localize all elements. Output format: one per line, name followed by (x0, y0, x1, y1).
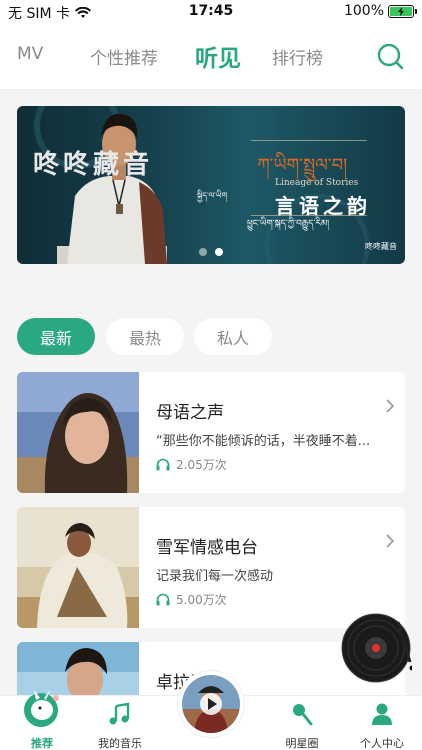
banner-tibetan-subtitle: ཕྱུང་ཡིག་སྐད་ཀྱི་བརྒྱུད་རིམ། (247, 219, 330, 229)
tab-label-my-music: 我的音乐 (98, 737, 142, 750)
search-icon[interactable] (376, 42, 404, 70)
carousel-dot[interactable] (199, 248, 207, 256)
chevron-right-icon[interactable] (385, 398, 395, 414)
card-description: “那些你不能倾诉的话，半夜睡不着... (156, 434, 371, 449)
carousel-dots (17, 248, 405, 256)
card-play-count: 5.00万次 (156, 591, 227, 608)
carousel-dot-active[interactable] (215, 248, 223, 256)
person-icon (372, 703, 392, 725)
card-title: 母语之声 (156, 403, 224, 423)
radio-card[interactable]: 母语之声 “那些你不能倾诉的话，半夜睡不着... 2.05万次 (17, 372, 405, 493)
filter-hottest[interactable]: 最热 (106, 318, 184, 355)
tab-listen[interactable]: 听见 (195, 39, 241, 73)
chevron-right-icon[interactable] (385, 533, 395, 549)
tab-bar-my-music[interactable]: 我的音乐 (78, 696, 162, 750)
top-nav: MV 个性推荐 听见 排行榜 (0, 24, 422, 90)
music-note-icon (109, 702, 130, 725)
card-cover-image (17, 372, 139, 493)
battery-percent: 100% (343, 3, 384, 19)
mascot-icon (24, 690, 59, 727)
tab-recommend[interactable]: 个性推荐 (90, 44, 158, 69)
microphone-icon (293, 704, 313, 726)
filter-newest[interactable]: 最新 (17, 318, 95, 355)
vinyl-player-icon[interactable] (340, 612, 412, 684)
tab-label-profile: 个人中心 (360, 737, 404, 750)
tab-mv[interactable]: MV (17, 44, 43, 64)
card-description: 记录我们每一次感动 (156, 569, 274, 584)
headphones-icon (156, 458, 170, 471)
tab-bar-profile[interactable]: 个人中心 (340, 696, 422, 750)
center-play-button[interactable] (178, 671, 244, 737)
card-title: 雪军情感电台 (156, 538, 258, 558)
status-bar: 无 SIM 卡 17:45 100% (0, 0, 422, 24)
banner-english-title: Lineage of Stories (275, 178, 359, 188)
tab-bar-star-circle[interactable]: 明星圈 (260, 696, 344, 750)
tab-label-star-circle: 明星圈 (285, 737, 319, 750)
banner-brand-title: 咚咚藏音 (33, 150, 154, 180)
tab-bar-recommend[interactable]: 推荐 (0, 690, 84, 750)
tab-rankings[interactable]: 排行榜 (272, 44, 323, 69)
charging-bolt-icon (398, 6, 404, 16)
battery-icon (388, 4, 417, 18)
tab-label-recommend: 推荐 (31, 737, 53, 750)
radio-card[interactable]: 雪军情感电台 记录我们每一次感动 5.00万次 (17, 507, 405, 628)
banner-tibetan-title: ཀ་ཡིག་སྤྲུལ་བ། (257, 155, 348, 176)
card-play-count-text: 5.00万次 (176, 593, 227, 607)
banner-carousel[interactable]: 咚咚藏音 ཀ་ཡིག་སྤྲུལ་བ། Lineage of Stories 言… (17, 106, 405, 264)
headphones-icon (156, 593, 170, 606)
filter-private[interactable]: 私人 (194, 318, 272, 355)
play-icon[interactable] (200, 693, 222, 715)
card-play-count: 2.05万次 (156, 456, 227, 473)
card-cover-image (17, 507, 139, 628)
battery-fill (390, 6, 412, 16)
banner-side-tibetan: སྐྱིད་ལ་ཡིག (197, 191, 228, 200)
card-play-count-text: 2.05万次 (176, 458, 227, 472)
status-right: 100% (343, 3, 417, 19)
